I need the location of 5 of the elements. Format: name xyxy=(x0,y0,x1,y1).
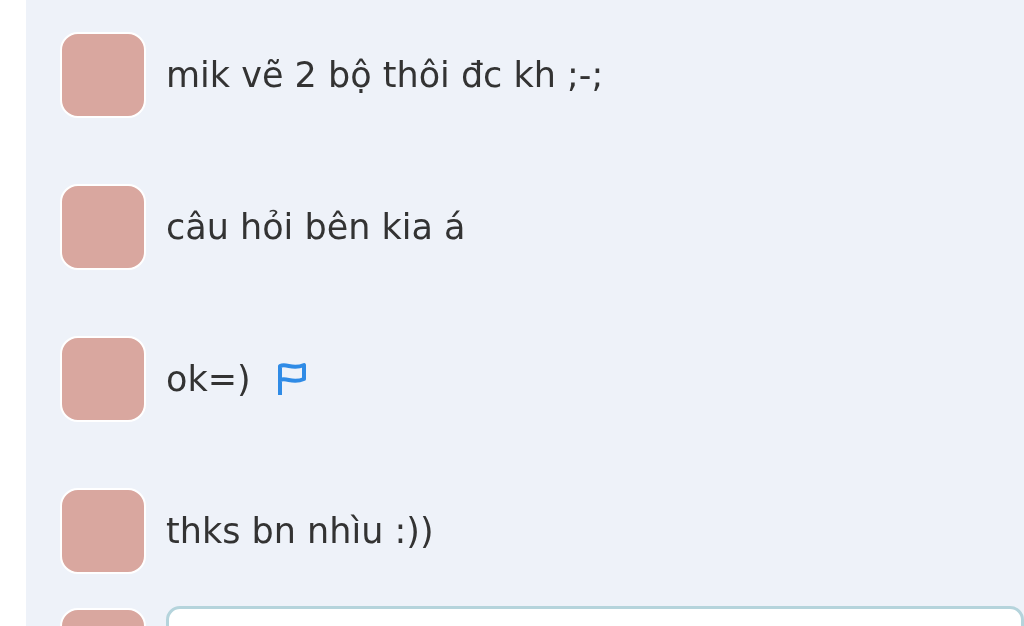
comment-text: mik vẽ 2 bộ thôi đc kh ;-; xyxy=(166,55,604,95)
comment-text: câu hỏi bên kia á xyxy=(166,207,466,247)
flag-icon[interactable] xyxy=(276,362,307,396)
comment-text: thks bn nhìu :)) xyxy=(166,511,434,551)
comment-text: ok=) xyxy=(166,359,251,399)
